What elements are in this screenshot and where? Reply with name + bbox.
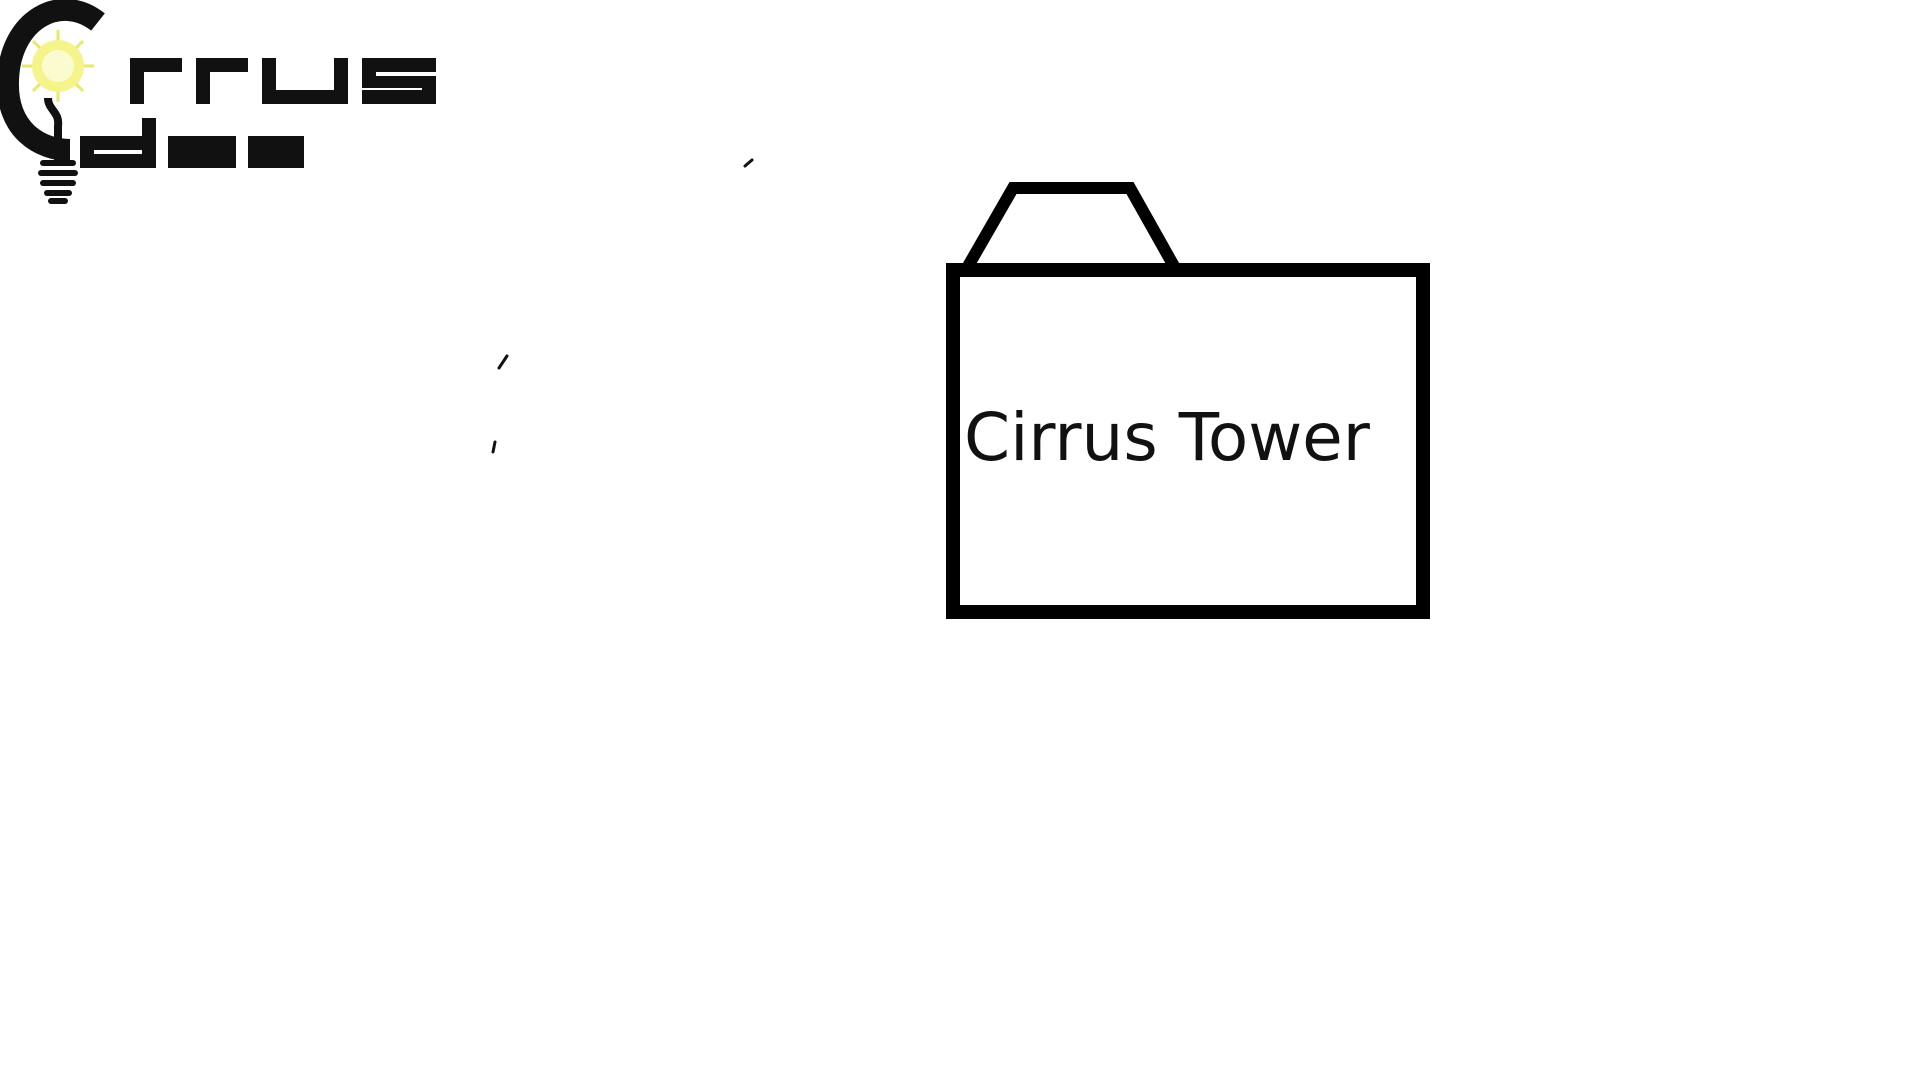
stray-marks <box>491 158 754 454</box>
canvas: Cirrus Idea Cirrus Tower <box>0 0 1920 1080</box>
stray-mark <box>491 440 497 454</box>
stray-mark <box>497 354 509 370</box>
stray-mark <box>743 158 754 168</box>
diagram-canvas <box>491 158 1430 619</box>
folder-label: Cirrus Tower <box>964 399 1370 476</box>
folder-tab <box>961 182 1181 271</box>
